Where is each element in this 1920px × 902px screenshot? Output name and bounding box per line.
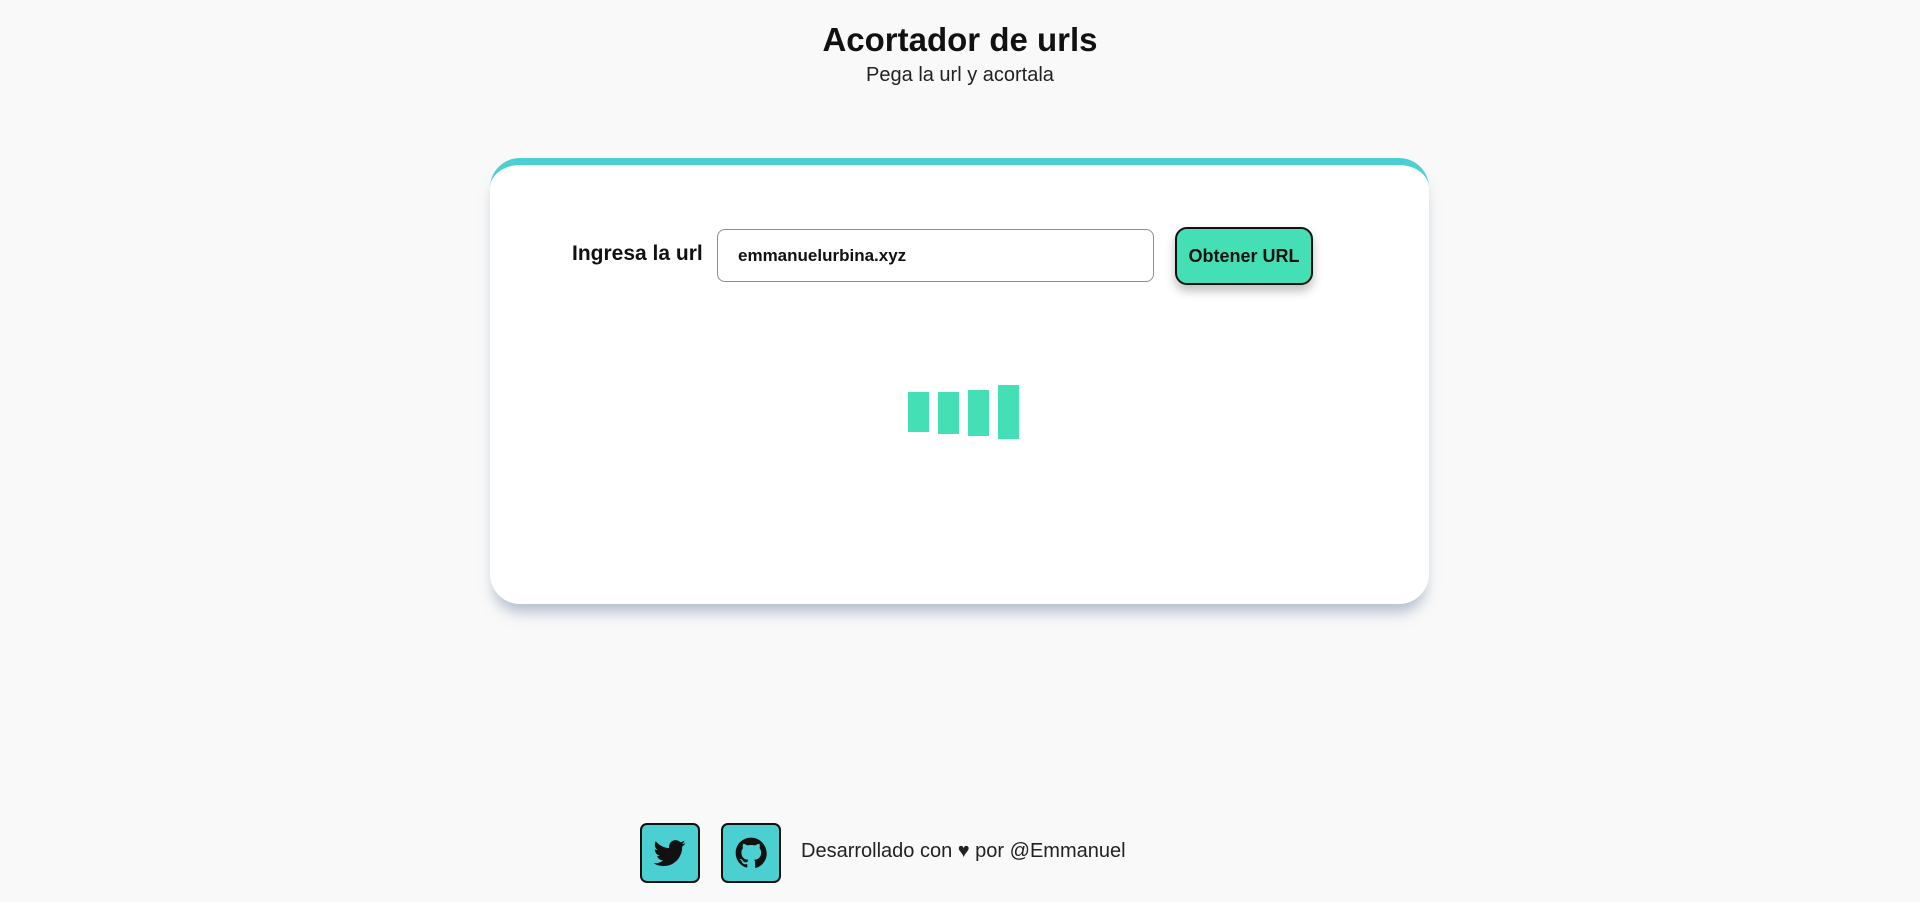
loader-bar [908,392,929,432]
twitter-icon [654,840,686,867]
url-input[interactable] [717,229,1154,282]
page-subtitle: Pega la url y acortala [866,64,1054,86]
loader-bar [968,390,989,436]
page: Acortador de urls Pega la url y acortala… [0,0,1920,902]
twitter-link[interactable] [640,823,700,883]
loading-indicator [908,383,1022,443]
loader-bar [938,392,959,434]
footer-credit: Desarrollado con ♥ por @Emmanuel [801,840,1126,862]
header: Acortador de urls Pega la url y acortala [0,18,1920,88]
github-link[interactable] [721,823,781,883]
url-form: Ingresa la url Obtener URL [490,227,1429,285]
shortener-card: Ingresa la url Obtener URL [490,158,1429,604]
page-title: Acortador de urls [822,21,1098,58]
get-url-button[interactable]: Obtener URL [1175,227,1313,285]
url-label: Ingresa la url [572,242,703,265]
loader-bar [998,385,1019,439]
github-icon [735,837,767,868]
